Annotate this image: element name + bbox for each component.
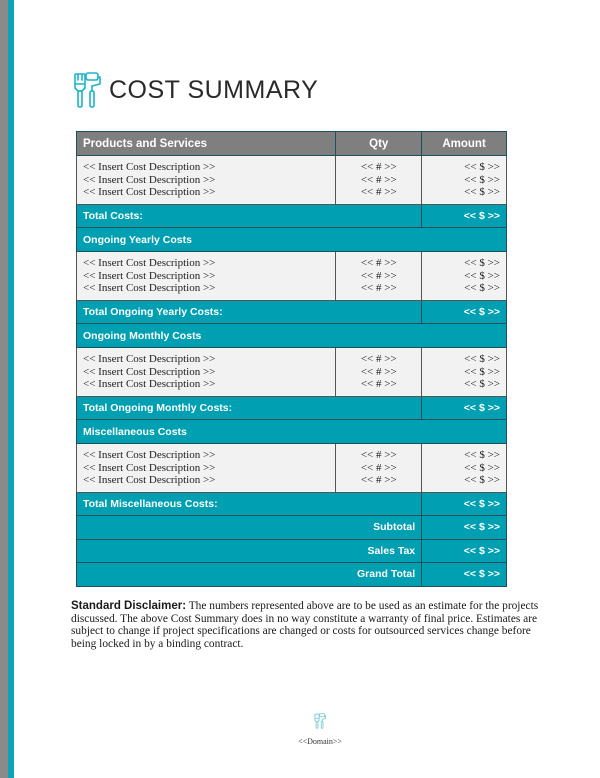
cost-summary-table: Products and Services Qty Amount << Inse…	[75, 131, 507, 587]
qty-value[interactable]: << # >>	[342, 161, 415, 174]
sales-tax-value[interactable]: << $ >>	[421, 538, 507, 563]
qty-cell: << # >> << # >> << # >>	[335, 251, 423, 301]
section-title: Miscellaneous Costs	[76, 419, 507, 444]
qty-value[interactable]: << # >>	[342, 282, 415, 295]
amount-value[interactable]: << $ >>	[428, 449, 500, 462]
section-total-value[interactable]: << $ >>	[421, 491, 507, 516]
section-header-yearly: Ongoing Yearly Costs	[76, 227, 507, 252]
subtotal-value[interactable]: << $ >>	[421, 515, 507, 540]
amount-value[interactable]: << $ >>	[428, 353, 500, 366]
grand-total-row: Grand Total << $ >>	[75, 562, 507, 587]
total-costs-row: Total Costs: << $ >>	[75, 203, 507, 228]
qty-value[interactable]: << # >>	[342, 353, 415, 366]
footer-domain[interactable]: <<Domain>>	[298, 737, 342, 746]
cost-description[interactable]: << Insert Cost Description >>	[83, 474, 329, 487]
table-row: << Insert Cost Description >> << Insert …	[75, 251, 507, 301]
total-costs-value[interactable]: << $ >>	[421, 203, 507, 228]
section-total-label: Total Ongoing Yearly Costs:	[75, 299, 423, 324]
grand-total-value[interactable]: << $ >>	[421, 562, 507, 587]
cost-description[interactable]: << Insert Cost Description >>	[83, 270, 329, 283]
section-total-row-monthly: Total Ongoing Monthly Costs: << $ >>	[75, 395, 507, 420]
page-title: COST SUMMARY	[109, 75, 319, 104]
amount-cell: << $ >> << $ >> << $ >>	[421, 347, 507, 397]
header-qty: Qty	[335, 131, 423, 156]
header-amount: Amount	[421, 131, 507, 156]
amount-value[interactable]: << $ >>	[428, 257, 500, 270]
table-header-row: Products and Services Qty Amount	[75, 131, 507, 156]
page-footer: <<Domain>>	[270, 712, 370, 749]
qty-value[interactable]: << # >>	[342, 449, 415, 462]
description-cell: << Insert Cost Description >> << Insert …	[75, 251, 337, 301]
section-header-miscellaneous: Miscellaneous Costs	[76, 419, 507, 444]
paint-roller-brush-icon	[314, 713, 326, 729]
amount-value[interactable]: << $ >>	[428, 186, 500, 199]
amount-value[interactable]: << $ >>	[428, 161, 500, 174]
qty-value[interactable]: << # >>	[342, 257, 415, 270]
disclaimer-label: Standard Disclaimer:	[71, 600, 187, 612]
cost-description[interactable]: << Insert Cost Description >>	[83, 186, 329, 199]
table-row: << Insert Cost Description >> << Insert …	[75, 155, 507, 205]
section-total-label: Total Ongoing Monthly Costs:	[75, 395, 423, 420]
amount-value[interactable]: << $ >>	[428, 282, 500, 295]
page-border-accent	[8, 0, 14, 778]
cost-description[interactable]: << Insert Cost Description >>	[83, 366, 329, 379]
page-header: COST SUMMARY	[73, 70, 318, 110]
qty-value[interactable]: << # >>	[342, 474, 415, 487]
amount-cell: << $ >> << $ >> << $ >>	[421, 155, 507, 205]
description-cell: << Insert Cost Description >> << Insert …	[75, 155, 337, 205]
total-costs-label: Total Costs:	[75, 203, 423, 228]
cost-description[interactable]: << Insert Cost Description >>	[83, 174, 329, 187]
section-total-row-miscellaneous: Total Miscellaneous Costs: << $ >>	[75, 491, 507, 516]
cost-description[interactable]: << Insert Cost Description >>	[83, 282, 329, 295]
sales-tax-row: Sales Tax << $ >>	[75, 538, 507, 563]
sales-tax-label: Sales Tax	[75, 538, 423, 563]
cost-description[interactable]: << Insert Cost Description >>	[83, 449, 329, 462]
cost-description[interactable]: << Insert Cost Description >>	[83, 257, 329, 270]
section-title: Ongoing Monthly Costs	[76, 323, 507, 348]
subtotal-label: Subtotal	[75, 515, 423, 540]
description-cell: << Insert Cost Description >> << Insert …	[75, 443, 337, 493]
section-total-label: Total Miscellaneous Costs:	[75, 491, 423, 516]
cost-description[interactable]: << Insert Cost Description >>	[83, 462, 329, 475]
qty-cell: << # >> << # >> << # >>	[335, 443, 423, 493]
section-title: Ongoing Yearly Costs	[76, 227, 507, 252]
qty-value[interactable]: << # >>	[342, 366, 415, 379]
section-header-monthly: Ongoing Monthly Costs	[76, 323, 507, 348]
qty-value[interactable]: << # >>	[342, 174, 415, 187]
table-row: << Insert Cost Description >> << Insert …	[75, 443, 507, 493]
grand-total-label: Grand Total	[75, 562, 423, 587]
amount-value[interactable]: << $ >>	[428, 174, 500, 187]
qty-cell: << # >> << # >> << # >>	[335, 155, 423, 205]
amount-cell: << $ >> << $ >> << $ >>	[421, 443, 507, 493]
amount-value[interactable]: << $ >>	[428, 270, 500, 283]
qty-cell: << # >> << # >> << # >>	[335, 347, 423, 397]
disclaimer: Standard Disclaimer: The numbers represe…	[71, 600, 541, 650]
qty-value[interactable]: << # >>	[342, 462, 415, 475]
page-border-gray	[0, 0, 8, 778]
table-row: << Insert Cost Description >> << Insert …	[75, 347, 507, 397]
cost-description[interactable]: << Insert Cost Description >>	[83, 161, 329, 174]
paint-roller-brush-icon	[74, 72, 101, 108]
section-total-row-yearly: Total Ongoing Yearly Costs: << $ >>	[75, 299, 507, 324]
amount-value[interactable]: << $ >>	[428, 366, 500, 379]
header-products-services: Products and Services	[75, 131, 337, 156]
description-cell: << Insert Cost Description >> << Insert …	[75, 347, 337, 397]
cost-description[interactable]: << Insert Cost Description >>	[83, 378, 329, 391]
amount-cell: << $ >> << $ >> << $ >>	[421, 251, 507, 301]
qty-value[interactable]: << # >>	[342, 378, 415, 391]
amount-value[interactable]: << $ >>	[428, 462, 500, 475]
cost-description[interactable]: << Insert Cost Description >>	[83, 353, 329, 366]
subtotal-row: Subtotal << $ >>	[75, 515, 507, 540]
qty-value[interactable]: << # >>	[342, 270, 415, 283]
amount-value[interactable]: << $ >>	[428, 378, 500, 391]
qty-value[interactable]: << # >>	[342, 186, 415, 199]
section-total-value[interactable]: << $ >>	[421, 395, 507, 420]
section-total-value[interactable]: << $ >>	[421, 299, 507, 324]
amount-value[interactable]: << $ >>	[428, 474, 500, 487]
